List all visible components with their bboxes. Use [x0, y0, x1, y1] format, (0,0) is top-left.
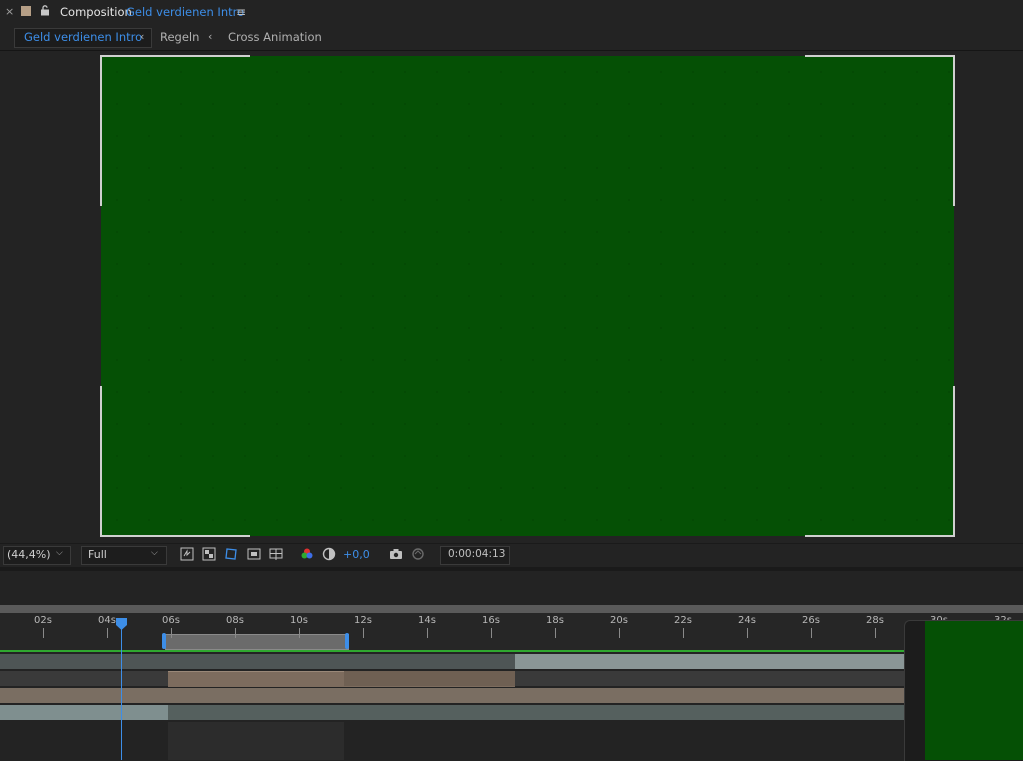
layer-bar[interactable]	[515, 654, 905, 669]
time-ruler-tick-label: 22s	[674, 615, 692, 626]
time-ruler-tick	[107, 628, 108, 638]
frame-corner-marker	[953, 386, 955, 537]
time-ruler-tick-label: 12s	[354, 615, 372, 626]
frame-corner-marker	[805, 535, 955, 537]
current-timecode[interactable]: 0:00:04:13	[448, 548, 505, 560]
work-area-start-handle[interactable]	[162, 633, 166, 649]
time-navigator-bar[interactable]	[0, 605, 1023, 613]
composition-color-swatch	[21, 6, 31, 16]
magnification-value[interactable]: (44,4%)	[7, 548, 51, 561]
breadcrumb-separator-icon: ‹	[140, 30, 145, 43]
work-area-end-handle[interactable]	[345, 633, 349, 649]
frame-corner-marker	[100, 55, 102, 206]
cached-frames-indicator	[0, 650, 905, 652]
layer-track[interactable]	[0, 688, 905, 703]
color-channels-icon[interactable]	[300, 547, 314, 561]
layer-bar[interactable]	[0, 705, 168, 720]
mask-visibility-icon[interactable]	[224, 547, 238, 561]
time-ruler-tick-label: 28s	[866, 615, 884, 626]
time-ruler-tick-label: 24s	[738, 615, 756, 626]
time-ruler-tick-label: 08s	[226, 615, 244, 626]
time-ruler-tick-label: 26s	[802, 615, 820, 626]
time-ruler-tick-label: 16s	[482, 615, 500, 626]
layer-bar-segment	[344, 671, 515, 686]
time-ruler-tick	[747, 628, 748, 638]
breadcrumb-item-cross-animation[interactable]: Cross Animation	[228, 30, 322, 44]
chevron-down-icon[interactable]: ⌵	[56, 548, 63, 558]
work-area-shade	[168, 722, 344, 760]
snapshot-icon[interactable]	[389, 547, 403, 561]
frame-corner-marker	[100, 386, 102, 537]
preview-thumbnail	[925, 621, 1023, 760]
time-ruler-tick	[427, 628, 428, 638]
time-ruler-tick	[363, 628, 364, 638]
time-ruler-tick-label: 20s	[610, 615, 628, 626]
time-ruler-tick-label: 04s	[98, 615, 116, 626]
panel-menu-icon[interactable]: ≡	[236, 5, 246, 19]
breadcrumb-item-regeln[interactable]: Regeln	[160, 30, 199, 44]
time-ruler-tick-label: 18s	[546, 615, 564, 626]
composition-navigator	[0, 24, 1023, 51]
time-ruler-tick-label: 14s	[418, 615, 436, 626]
close-panel-button[interactable]: ×	[5, 5, 14, 18]
time-ruler-tick-label: 10s	[290, 615, 308, 626]
time-ruler-tick	[619, 628, 620, 638]
time-ruler-tick	[235, 628, 236, 638]
exposure-reset-icon[interactable]	[322, 547, 336, 561]
time-ruler-tick	[171, 628, 172, 638]
show-snapshot-icon[interactable]	[411, 547, 425, 561]
composition-canvas[interactable]	[101, 56, 954, 536]
playhead-line[interactable]	[121, 620, 122, 760]
time-ruler-tick	[491, 628, 492, 638]
composition-name[interactable]: Geld verdienen Intro	[126, 5, 244, 19]
frame-corner-marker	[953, 55, 955, 206]
lock-icon[interactable]	[40, 5, 50, 16]
frame-corner-marker	[100, 535, 250, 537]
playhead-icon[interactable]	[116, 618, 127, 630]
time-ruler-tick	[811, 628, 812, 638]
region-of-interest-icon[interactable]	[247, 547, 261, 561]
time-ruler-tick	[299, 628, 300, 638]
breadcrumb-separator-icon: ‹	[208, 30, 213, 43]
panel-title-label: Composition	[60, 5, 132, 19]
time-ruler-tick	[43, 628, 44, 638]
transparency-grid-icon[interactable]	[202, 547, 216, 561]
breadcrumb-item-geld-verdienen-intro[interactable]: Geld verdienen Intro	[24, 30, 142, 44]
time-ruler-tick	[683, 628, 684, 638]
resolution-value[interactable]: Full	[88, 548, 107, 561]
time-ruler-tick-label: 02s	[34, 615, 52, 626]
exposure-value[interactable]: +0,0	[343, 548, 370, 561]
frame-corner-marker	[100, 55, 250, 57]
guides-icon[interactable]	[269, 547, 283, 561]
chevron-down-icon[interactable]: ⌵	[151, 548, 158, 558]
work-area-bar[interactable]	[165, 634, 349, 650]
time-ruler-tick-label: 06s	[162, 615, 180, 626]
frame-corner-marker	[805, 55, 955, 57]
time-ruler-tick	[875, 628, 876, 638]
time-ruler-tick	[555, 628, 556, 638]
fast-previews-icon[interactable]	[180, 547, 194, 561]
